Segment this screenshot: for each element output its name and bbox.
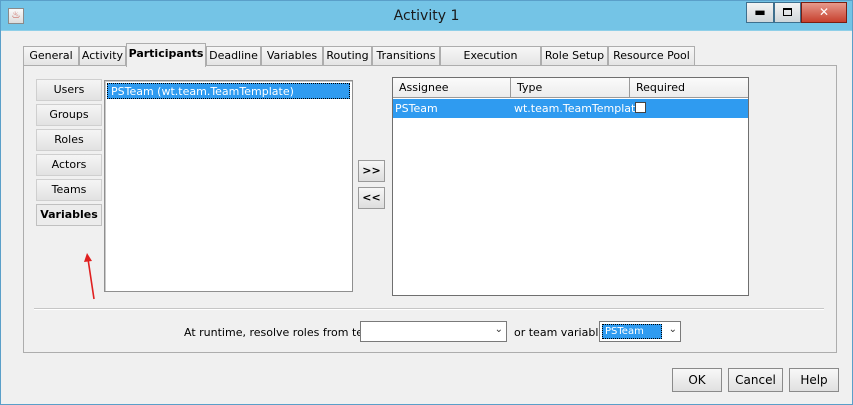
participant-type-groups[interactable]: Groups bbox=[36, 104, 102, 126]
chevron-down-icon: ⌄ bbox=[668, 324, 677, 335]
participant-type-users[interactable]: Users bbox=[36, 79, 102, 101]
required-checkbox[interactable] bbox=[635, 102, 646, 113]
ok-button[interactable]: OK bbox=[672, 368, 722, 392]
cell-type: wt.team.TeamTemplate bbox=[514, 102, 643, 115]
tab-activity[interactable]: Activity bbox=[79, 46, 126, 66]
team-select[interactable]: ⌄ bbox=[360, 321, 507, 342]
participant-type-variables[interactable]: Variables bbox=[36, 204, 102, 226]
dialog-content: General Activity Participants Deadline V… bbox=[8, 32, 847, 402]
window-title: Activity 1 bbox=[393, 8, 460, 24]
minimize-button[interactable]: ▬ bbox=[746, 2, 774, 23]
assignees-table[interactable]: Assignee Type Required PSTeam wt.team.Te… bbox=[392, 77, 749, 296]
maximize-button[interactable] bbox=[774, 2, 801, 23]
available-participants-list[interactable]: PSTeam (wt.team.TeamTemplate) bbox=[104, 80, 353, 292]
divider bbox=[34, 308, 824, 310]
remove-participant-button[interactable]: << bbox=[358, 187, 385, 209]
dialog-window: ♨ Activity 1 ▬ ✕ General Activity Partic… bbox=[0, 0, 853, 405]
column-header-assignee[interactable]: Assignee bbox=[393, 78, 511, 98]
tab-deadline[interactable]: Deadline bbox=[206, 46, 261, 66]
tab-execution-options[interactable]: Execution Options bbox=[440, 46, 541, 80]
cell-assignee: PSTeam bbox=[395, 102, 438, 115]
team-variable-label: or team variable bbox=[514, 326, 606, 339]
participant-type-roles[interactable]: Roles bbox=[36, 129, 102, 151]
list-item[interactable]: PSTeam (wt.team.TeamTemplate) bbox=[107, 83, 350, 99]
title-bar[interactable]: ♨ Activity 1 ▬ ✕ bbox=[1, 1, 852, 31]
help-button[interactable]: Help bbox=[789, 368, 839, 392]
close-button[interactable]: ✕ bbox=[801, 2, 847, 23]
table-row[interactable]: PSTeam wt.team.TeamTemplate bbox=[393, 99, 748, 118]
add-participant-button[interactable]: >> bbox=[358, 160, 385, 182]
resolve-team-label: At runtime, resolve roles from team bbox=[184, 326, 381, 339]
cancel-button[interactable]: Cancel bbox=[728, 368, 783, 392]
column-header-required[interactable]: Required bbox=[630, 78, 748, 98]
tab-general[interactable]: General bbox=[23, 46, 79, 66]
column-header-type[interactable]: Type bbox=[511, 78, 630, 98]
annotation-arrow-icon bbox=[84, 253, 95, 300]
team-variable-value: PSTeam bbox=[602, 324, 662, 339]
participant-type-actors[interactable]: Actors bbox=[36, 154, 102, 176]
tab-variables[interactable]: Variables bbox=[261, 46, 323, 66]
participants-panel: Users Groups Roles Actors Teams Variable… bbox=[23, 65, 837, 353]
chevron-down-icon: ⌄ bbox=[494, 324, 503, 335]
tab-participants[interactable]: Participants bbox=[126, 43, 206, 67]
team-variable-select[interactable]: PSTeam ⌄ bbox=[599, 321, 681, 342]
tab-routing[interactable]: Routing bbox=[323, 46, 372, 66]
participant-type-teams[interactable]: Teams bbox=[36, 179, 102, 201]
tab-resource-pool[interactable]: Resource Pool bbox=[608, 46, 695, 66]
tab-role-setup[interactable]: Role Setup bbox=[541, 46, 608, 66]
tab-transitions[interactable]: Transitions bbox=[372, 46, 440, 66]
